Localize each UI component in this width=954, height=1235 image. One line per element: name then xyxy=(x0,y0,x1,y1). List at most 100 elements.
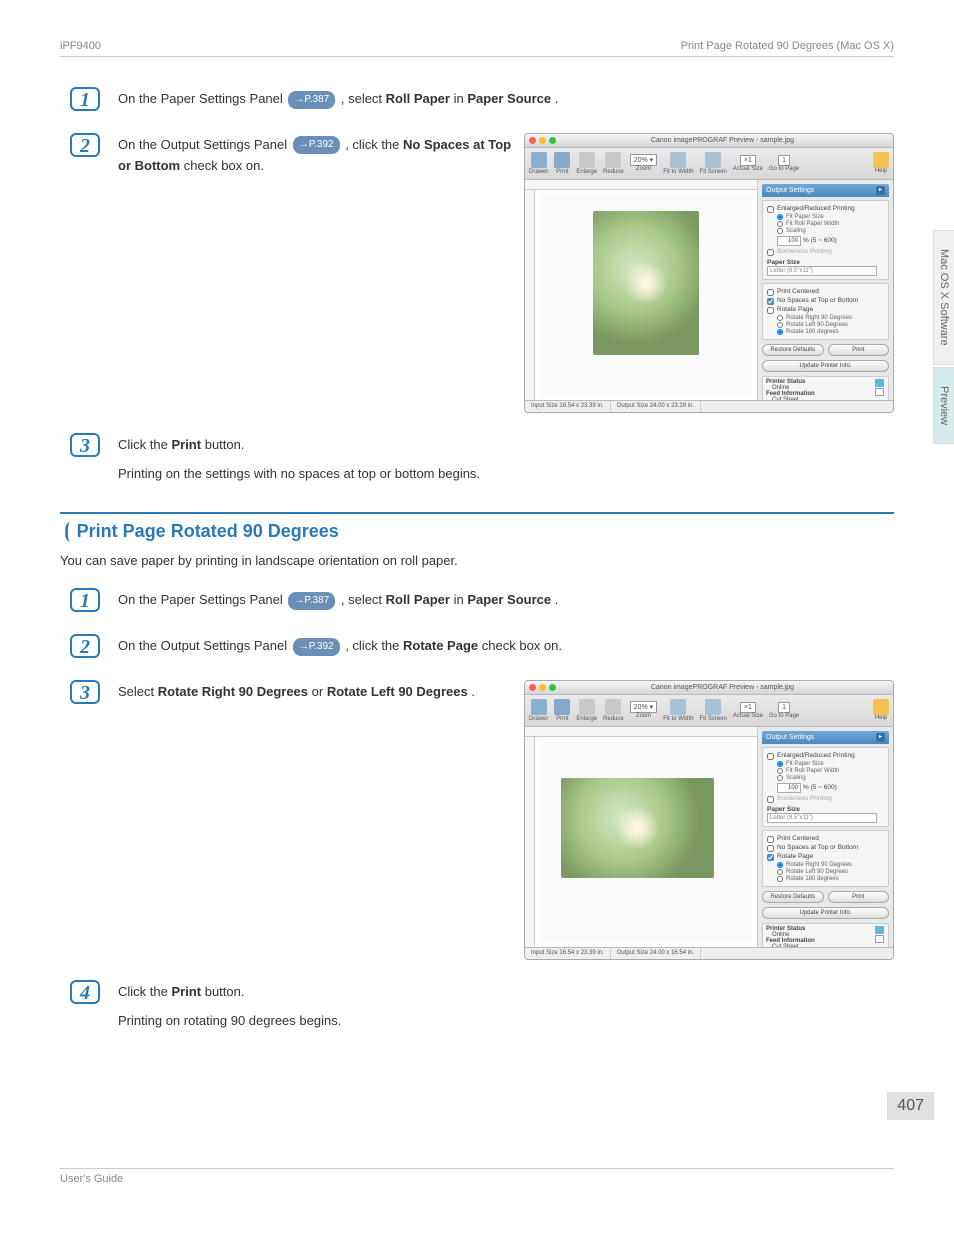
fit-screen-button[interactable]: Fit Screen xyxy=(700,699,727,722)
borderless-checkbox[interactable]: Borderless Printing xyxy=(767,248,884,256)
traffic-lights[interactable] xyxy=(529,684,556,691)
scaling-input[interactable]: 100 xyxy=(777,783,801,793)
page-ref[interactable]: →P.392 xyxy=(293,136,340,154)
rotate-left-radio[interactable]: Rotate Left 90 Degrees xyxy=(777,322,884,328)
disclosure-icon[interactable]: ▸ xyxy=(876,733,885,742)
rotate-180-radio[interactable]: Rotate 180 degrees xyxy=(777,329,884,335)
window-statusbar: Input Size 16.54 x 23.39 in. Output Size… xyxy=(525,947,893,960)
fit-roll-width-radio[interactable]: Fit Roll Paper Width xyxy=(777,221,884,227)
rotate-left-radio[interactable]: Rotate Left 90 Degrees xyxy=(777,869,884,875)
ruler-horizontal xyxy=(525,727,757,737)
window-titlebar: Canon imagePROGRAF Preview - sample.jpg xyxy=(525,134,893,148)
print-button[interactable]: Print xyxy=(828,344,890,356)
page-ref[interactable]: →P.387 xyxy=(288,592,335,610)
close-icon[interactable] xyxy=(529,684,536,691)
print-centered-checkbox[interactable]: Print Centered xyxy=(767,835,884,843)
fit-screen-button[interactable]: Fit Screen xyxy=(700,152,727,175)
side-tabs: Mac OS X Software Preview xyxy=(933,230,954,446)
sec2-step-2: 2 On the Output Settings Panel →P.392 , … xyxy=(60,634,894,665)
step-body: Select Rotate Right 90 Degrees or Rotate… xyxy=(118,680,524,711)
zoom-icon[interactable] xyxy=(549,137,556,144)
enlarged-reduced-checkbox[interactable]: Enlarged/Reduced Printing xyxy=(767,752,884,760)
scaling-input[interactable]: 100 xyxy=(777,236,801,246)
step-body: On the Paper Settings Panel →P.387 , sel… xyxy=(118,588,894,619)
page-ref[interactable]: →P.387 xyxy=(288,91,335,109)
help-icon xyxy=(873,152,889,168)
minimize-icon[interactable] xyxy=(539,684,546,691)
step-body: On the Output Settings Panel →P.392 , cl… xyxy=(118,133,524,185)
restore-defaults-button[interactable]: Restore Defaults xyxy=(762,891,824,903)
preview-canvas[interactable] xyxy=(525,727,758,947)
help-button[interactable]: Help xyxy=(873,152,889,174)
enlarged-reduced-checkbox[interactable]: Enlarged/Reduced Printing xyxy=(767,205,884,213)
step-num: 3 xyxy=(70,433,100,457)
side-tab-software: Mac OS X Software xyxy=(933,230,954,365)
update-printer-button[interactable]: Update Printer Info. xyxy=(762,360,889,372)
fit-width-button[interactable]: Fit to Width xyxy=(663,699,693,722)
preview-canvas[interactable] xyxy=(525,180,758,400)
drawer-button[interactable]: Drawer xyxy=(529,152,548,175)
panel-header[interactable]: Output Settings ▸ xyxy=(762,731,889,744)
print-button[interactable]: Print xyxy=(554,699,570,722)
enlarge-button[interactable]: Enlarge xyxy=(576,152,597,175)
paper-size-select[interactable]: Letter (8.5"x11") xyxy=(767,813,877,823)
rotate-180-radio[interactable]: Rotate 180 degrees xyxy=(777,876,884,882)
fit-width-button[interactable]: Fit to Width xyxy=(663,152,693,175)
enlarge-button[interactable]: Enlarge xyxy=(576,699,597,722)
status-icons[interactable] xyxy=(875,379,885,397)
help-button[interactable]: Help xyxy=(873,699,889,721)
header-right: Print Page Rotated 90 Degrees (Mac OS X) xyxy=(681,40,894,52)
page-number: 407 xyxy=(887,1092,934,1120)
status-icons[interactable] xyxy=(875,926,885,944)
scaling-radio[interactable]: Scaling xyxy=(777,775,884,781)
restore-defaults-button[interactable]: Restore Defaults xyxy=(762,344,824,356)
reduce-button[interactable]: Reduce xyxy=(603,152,624,175)
goto-page[interactable]: 1Go to Page xyxy=(769,155,799,172)
actual-size-button[interactable]: ×1Actual Size xyxy=(733,155,763,172)
zoom-icon[interactable] xyxy=(549,684,556,691)
disclosure-icon[interactable]: ▸ xyxy=(876,186,885,195)
output-size: Output Size 24.00 x 16.54 in. xyxy=(611,948,701,960)
page-footer: User's Guide xyxy=(60,1168,894,1185)
fit-paper-size-radio[interactable]: Fit Paper Size xyxy=(777,214,884,220)
traffic-lights[interactable] xyxy=(529,137,556,144)
ruler-vertical xyxy=(525,190,535,400)
actual-size-button[interactable]: ×1Actual Size xyxy=(733,702,763,719)
zoom-combo[interactable]: 20% ▾Zoom xyxy=(630,701,657,719)
update-printer-button[interactable]: Update Printer Info. xyxy=(762,907,889,919)
no-spaces-checkbox[interactable]: No Spaces at Top or Bottom xyxy=(767,297,884,305)
close-icon[interactable] xyxy=(529,137,536,144)
rotate-right-radio[interactable]: Rotate Right 90 Degrees xyxy=(777,315,884,321)
step-body: Click the Print button. Printing on the … xyxy=(118,433,894,493)
print-button[interactable]: Print xyxy=(554,152,570,175)
sec2-step-1: 1 On the Paper Settings Panel →P.387 , s… xyxy=(60,588,894,619)
print-button[interactable]: Print xyxy=(828,891,890,903)
rotate-page-checkbox[interactable]: Rotate Page xyxy=(767,853,884,861)
drawer-button[interactable]: Drawer xyxy=(529,699,548,722)
step-2-row: 2 On the Output Settings Panel →P.392 , … xyxy=(60,133,894,413)
help-icon xyxy=(873,699,889,715)
reduce-button[interactable]: Reduce xyxy=(603,699,624,722)
step-body: On the Output Settings Panel →P.392 , cl… xyxy=(118,634,894,665)
panel-header[interactable]: Output Settings ▸ xyxy=(762,184,889,197)
minimize-icon[interactable] xyxy=(539,137,546,144)
fit-roll-width-radio[interactable]: Fit Roll Paper Width xyxy=(777,768,884,774)
borderless-checkbox[interactable]: Borderless Printing xyxy=(767,795,884,803)
header-left: iPF9400 xyxy=(60,40,101,52)
goto-page[interactable]: 1Go to Page xyxy=(769,702,799,719)
preview-window-1: Canon imagePROGRAF Preview - sample.jpg … xyxy=(524,133,894,413)
print-centered-checkbox[interactable]: Print Centered xyxy=(767,288,884,296)
printer-status: Printer Status Online Feed Information C… xyxy=(762,376,889,400)
zoom-combo[interactable]: 20% ▾Zoom xyxy=(630,154,657,172)
rotate-page-checkbox[interactable]: Rotate Page xyxy=(767,306,884,314)
input-size: Input Size 16.54 x 23.39 in. xyxy=(525,401,611,413)
paper-size-select[interactable]: Letter (8.5"x11") xyxy=(767,266,877,276)
fit-paper-size-radio[interactable]: Fit Paper Size xyxy=(777,761,884,767)
section-desc: You can save paper by printing in landsc… xyxy=(60,553,894,568)
rotate-right-radio[interactable]: Rotate Right 90 Degrees xyxy=(777,862,884,868)
step-num: 2 xyxy=(70,133,100,157)
no-spaces-checkbox[interactable]: No Spaces at Top or Bottom xyxy=(767,844,884,852)
scaling-radio[interactable]: Scaling xyxy=(777,228,884,234)
ruler-vertical xyxy=(525,737,535,947)
page-ref[interactable]: →P.392 xyxy=(293,638,340,656)
